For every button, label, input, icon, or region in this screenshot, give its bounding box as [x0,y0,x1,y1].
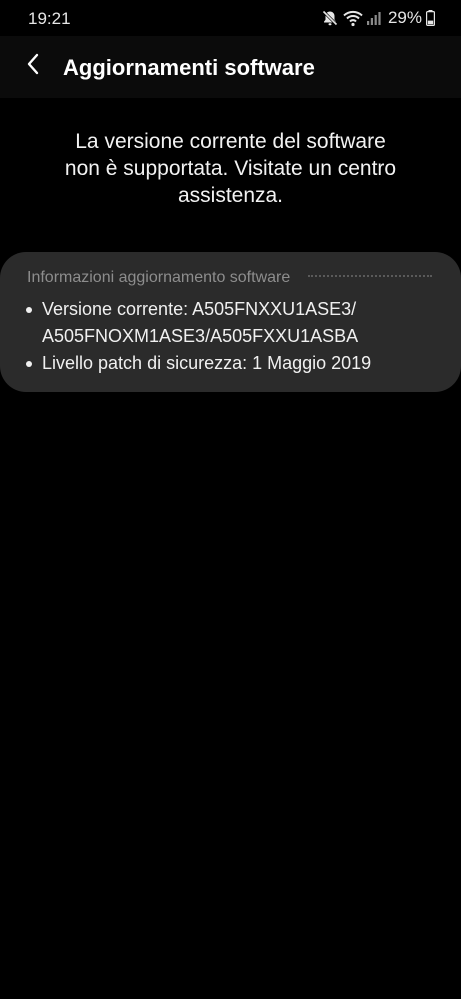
bullet [26,361,32,367]
mute-icon [321,9,339,27]
status-bar: 19:21 29% [0,0,461,36]
bullet [26,307,32,313]
current-version-item: Versione corrente: A505FNXXU1ASE3/ A505F… [23,296,443,350]
app-bar: Aggiornamenti software [0,36,461,98]
page-title: Aggiornamenti software [63,55,315,80]
battery-percent: 29% [387,8,422,27]
message-line: La versione corrente del software [75,130,386,153]
security-patch-line: Livello patch di sicurezza: 1 Maggio 201… [42,353,372,373]
security-patch-item: Livello patch di sicurezza: 1 Maggio 201… [23,350,443,377]
unsupported-software-message: La versione corrente del software non è … [20,128,441,209]
chevron-left-icon [26,53,40,80]
card-header-label: Informazioni aggiornamento software [27,269,291,286]
status-icons: 29% [321,8,435,28]
dotted-divider [308,275,432,277]
update-info-card: Informazioni aggiornamento software Vers… [0,252,461,392]
signal-icon [366,10,382,26]
battery-icon [426,10,435,26]
current-version-line: Versione corrente: A505FNXXU1ASE3/ [42,299,357,319]
message-line: non è supportata. Visitate un centro [64,157,397,180]
current-version-line: A505FNOXM1ASE3/A505FXXU1ASBA [42,326,359,346]
wifi-icon [343,9,363,27]
message-line: assistenza. [177,184,284,207]
back-button[interactable] [14,47,52,85]
card-header: Informazioni aggiornamento software [27,267,432,289]
info-list: Versione corrente: A505FNXXU1ASE3/ A505F… [23,296,443,377]
status-time: 19:21 [28,9,71,28]
